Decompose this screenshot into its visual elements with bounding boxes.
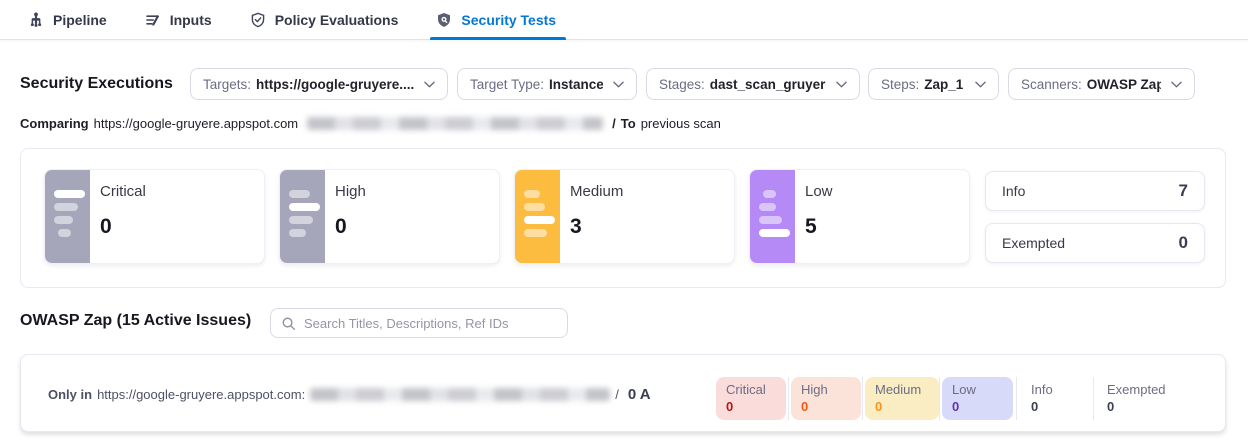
tab-label: Security Tests bbox=[461, 12, 556, 28]
dropdown-value: https://google-gruyere.... bbox=[256, 77, 414, 92]
search-icon bbox=[281, 316, 296, 331]
chip-label: Medium bbox=[875, 382, 929, 397]
issues-search-box[interactable] bbox=[270, 308, 568, 338]
policy-evaluations-icon bbox=[250, 12, 266, 28]
tab-policy-evaluations[interactable]: Policy Evaluations bbox=[250, 0, 399, 39]
issue-group-url: https://google-gruyere.appspot.com: bbox=[97, 387, 305, 402]
redacted-text bbox=[307, 117, 603, 130]
pipeline-icon bbox=[28, 12, 44, 28]
dropdown-value: Zap_1 bbox=[924, 77, 963, 92]
info-count-chip: Info 0 bbox=[1021, 377, 1089, 420]
dropdown-label: Targets: bbox=[203, 77, 251, 92]
chevron-down-icon bbox=[414, 81, 435, 88]
tab-security-tests[interactable]: Security Tests bbox=[436, 0, 556, 39]
severity-count: 0 bbox=[100, 215, 146, 239]
low-summary-card[interactable]: Low 5 bbox=[749, 169, 970, 264]
security-tests-page: Pipeline Inputs Policy Evaluations Secur… bbox=[0, 0, 1248, 440]
comparing-to-value[interactable]: previous scan bbox=[641, 116, 721, 131]
steps-filter-dropdown[interactable]: Steps: Zap_1 bbox=[868, 68, 999, 100]
only-in-label: Only in bbox=[48, 387, 92, 402]
stages-filter-dropdown[interactable]: Stages: dast_scan_gruyere bbox=[646, 68, 860, 100]
owasp-zap-issues-heading: OWASP Zap (15 Active Issues) bbox=[20, 312, 251, 330]
severity-count: 5 bbox=[805, 215, 833, 239]
chevron-down-icon bbox=[603, 81, 624, 88]
chip-divider bbox=[788, 377, 789, 420]
execution-tabbar: Pipeline Inputs Policy Evaluations Secur… bbox=[0, 0, 1248, 40]
severity-summary-panel: Critical 0 High 0 Medium 3 bbox=[20, 148, 1226, 288]
dropdown-value: dast_scan_gruyere bbox=[710, 77, 826, 92]
info-summary-card[interactable]: Info 7 bbox=[985, 171, 1205, 211]
medium-summary-card[interactable]: Medium 3 bbox=[514, 169, 735, 264]
chip-label: Critical bbox=[726, 382, 776, 397]
critical-count-chip: Critical 0 bbox=[716, 377, 786, 420]
chip-label: High bbox=[801, 382, 851, 397]
targets-filter-dropdown[interactable]: Targets: https://google-gruyere.... bbox=[190, 68, 448, 100]
mini-card-label: Info bbox=[1002, 183, 1025, 199]
severity-label: Low bbox=[805, 183, 833, 200]
severity-count: 0 bbox=[335, 215, 366, 239]
redacted-text bbox=[310, 388, 610, 401]
chip-value: 0 bbox=[1031, 399, 1079, 414]
active-issues-count: 0 A bbox=[628, 386, 651, 403]
tab-label: Policy Evaluations bbox=[275, 12, 399, 28]
search-input[interactable] bbox=[304, 316, 557, 331]
target-type-filter-dropdown[interactable]: Target Type: Instance bbox=[457, 68, 637, 100]
tab-label: Pipeline bbox=[53, 12, 107, 28]
issue-group-title: Only in https://google-gruyere.appspot.c… bbox=[48, 355, 651, 433]
chip-value: 0 bbox=[875, 399, 929, 414]
tab-inputs[interactable]: Inputs bbox=[145, 0, 212, 39]
comparing-label: Comparing bbox=[20, 116, 89, 131]
chip-divider bbox=[1093, 377, 1094, 420]
comparing-url: https://google-gruyere.appspot.com bbox=[94, 116, 299, 131]
scanners-filter-dropdown[interactable]: Scanners: OWASP Zap bbox=[1008, 68, 1195, 100]
severity-label: Critical bbox=[100, 183, 146, 200]
chip-label: Exempted bbox=[1107, 382, 1182, 397]
dropdown-label: Stages: bbox=[659, 77, 705, 92]
chip-value: 0 bbox=[726, 399, 776, 414]
mini-card-label: Exempted bbox=[1002, 235, 1065, 251]
chevron-down-icon bbox=[1161, 81, 1182, 88]
chevron-down-icon bbox=[826, 81, 847, 88]
dropdown-label: Steps: bbox=[881, 77, 919, 92]
dropdown-value: OWASP Zap bbox=[1087, 77, 1161, 92]
exempted-summary-card[interactable]: Exempted 0 bbox=[985, 223, 1205, 263]
chip-divider bbox=[939, 377, 940, 420]
high-summary-card[interactable]: High 0 bbox=[279, 169, 500, 264]
severity-meter-icon bbox=[280, 170, 325, 263]
dropdown-label: Target Type: bbox=[470, 77, 544, 92]
severity-label: High bbox=[335, 183, 366, 200]
severity-label: Medium bbox=[570, 183, 623, 200]
severity-count: 3 bbox=[570, 215, 623, 239]
inputs-icon bbox=[145, 12, 161, 28]
chip-divider bbox=[1016, 377, 1017, 420]
comparing-separator: / bbox=[612, 116, 616, 131]
issue-group-row[interactable]: Only in https://google-gruyere.appspot.c… bbox=[20, 354, 1226, 432]
security-executions-heading: Security Executions bbox=[20, 75, 173, 93]
chevron-down-icon bbox=[965, 81, 986, 88]
issue-group-separator: / bbox=[615, 387, 619, 402]
tab-label: Inputs bbox=[170, 12, 212, 28]
chip-value: 0 bbox=[952, 399, 1003, 414]
chip-value: 0 bbox=[1107, 399, 1182, 414]
high-count-chip: High 0 bbox=[791, 377, 861, 420]
mini-card-count: 7 bbox=[1179, 181, 1188, 201]
low-count-chip: Low 0 bbox=[942, 377, 1013, 420]
critical-summary-card[interactable]: Critical 0 bbox=[44, 169, 265, 264]
chip-value: 0 bbox=[801, 399, 851, 414]
severity-meter-icon bbox=[750, 170, 795, 263]
severity-meter-icon bbox=[515, 170, 560, 263]
security-tests-icon bbox=[436, 12, 452, 28]
severity-meter-icon bbox=[45, 170, 90, 263]
exempted-count-chip: Exempted 0 bbox=[1097, 377, 1192, 420]
medium-count-chip: Medium 0 bbox=[865, 377, 939, 420]
chip-label: Info bbox=[1031, 382, 1079, 397]
dropdown-value: Instance bbox=[549, 77, 603, 92]
dropdown-label: Scanners: bbox=[1021, 77, 1082, 92]
mini-card-count: 0 bbox=[1179, 233, 1188, 253]
chip-divider bbox=[862, 377, 863, 420]
tab-pipeline[interactable]: Pipeline bbox=[28, 0, 107, 39]
chip-label: Low bbox=[952, 382, 1003, 397]
comparing-to-label: To bbox=[621, 116, 636, 131]
comparing-row: Comparing https://google-gruyere.appspot… bbox=[20, 114, 721, 132]
